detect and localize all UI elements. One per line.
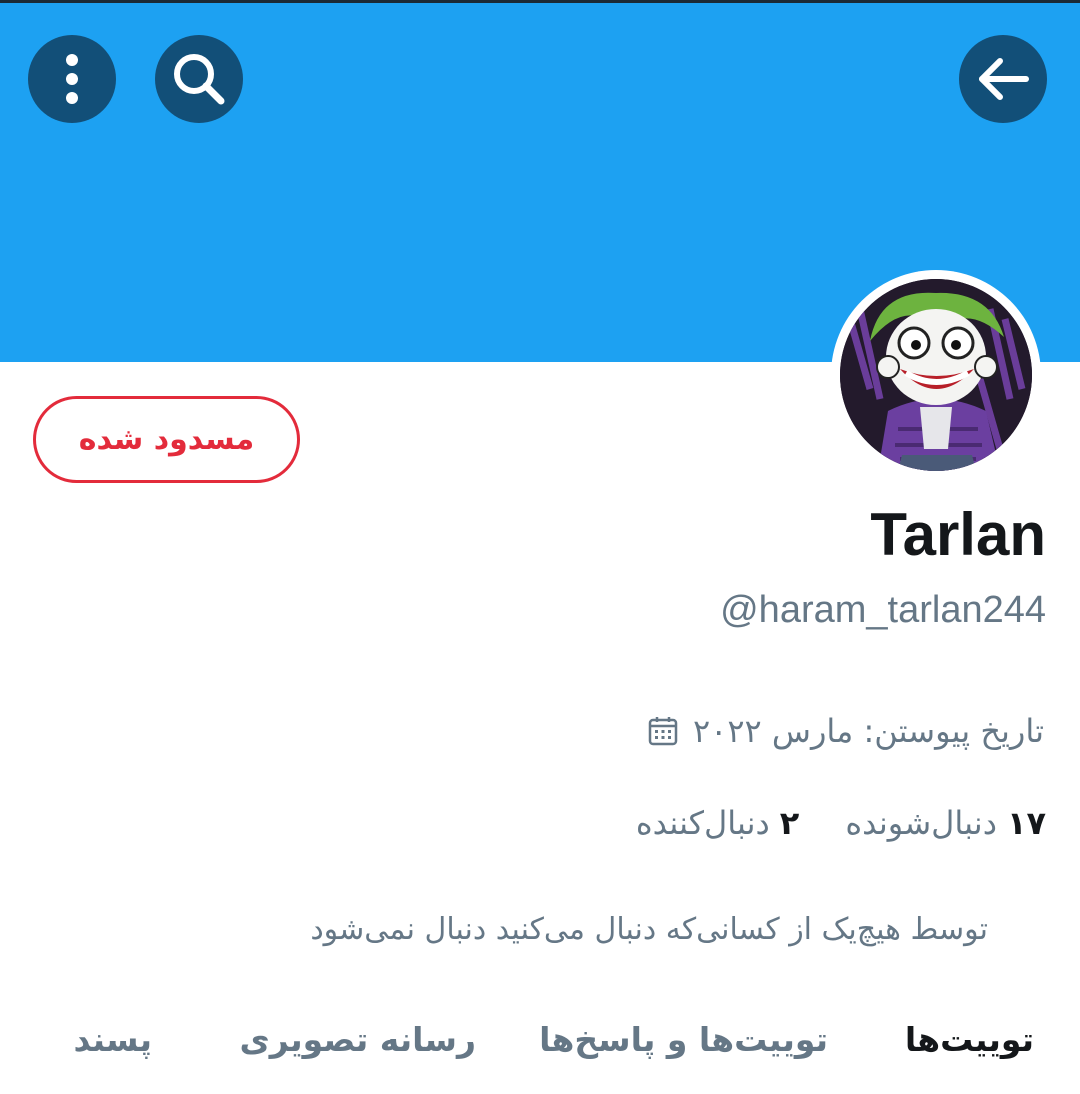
tab-likes[interactable]: پسند <box>73 1020 152 1059</box>
following-label: دنبال‌شونده <box>845 804 997 842</box>
following-count: ۱۷ <box>1006 804 1046 842</box>
profile-tabs: توییت‌ها توییت‌ها و پاسخ‌ها رسانه تصویری… <box>0 1020 1080 1094</box>
user-handle: @haram_tarlan244 <box>720 589 1046 631</box>
followers-link[interactable]: ۲ دنبال‌کننده <box>636 804 799 842</box>
blocked-button[interactable]: مسدود شده <box>33 396 300 483</box>
arrow-left-icon <box>979 58 1029 100</box>
status-bar-edge <box>0 0 1080 3</box>
blocked-button-label: مسدود شده <box>78 422 255 457</box>
avatar[interactable] <box>840 279 1032 471</box>
followers-count: ۲ <box>779 804 800 842</box>
joined-date-text: تاریخ پیوستن: مارس ۲۰۲۲ <box>692 712 1044 750</box>
tab-tweets-and-replies[interactable]: توییت‌ها و پاسخ‌ها <box>539 1020 828 1059</box>
joker-avatar-image <box>840 279 1032 471</box>
avatar-ring <box>831 270 1041 480</box>
search-icon <box>174 54 225 105</box>
follow-stats: ۱۷ دنبال‌شونده ۲ دنبال‌کننده <box>636 804 1046 842</box>
more-vertical-icon <box>66 54 78 104</box>
tab-tweets[interactable]: توییت‌ها <box>905 1020 1034 1059</box>
calendar-icon <box>648 717 678 746</box>
following-link[interactable]: ۱۷ دنبال‌شونده <box>845 804 1046 842</box>
joined-date-row: تاریخ پیوستن: مارس ۲۰۲۲ <box>647 712 1044 750</box>
tab-media[interactable]: رسانه تصویری <box>240 1020 477 1059</box>
display-name: Tarlan <box>870 501 1046 568</box>
more-options-button[interactable] <box>28 35 116 123</box>
back-button[interactable] <box>959 35 1047 123</box>
not-followed-note: توسط هیچ‌یک از کسانی‌که دنبال می‌کنید دن… <box>310 912 988 947</box>
followers-label: دنبال‌کننده <box>635 804 770 842</box>
search-button[interactable] <box>155 35 243 123</box>
profile-page: مسدود شده Tarlan @haram_tarlan244 تاریخ … <box>0 0 1080 1094</box>
